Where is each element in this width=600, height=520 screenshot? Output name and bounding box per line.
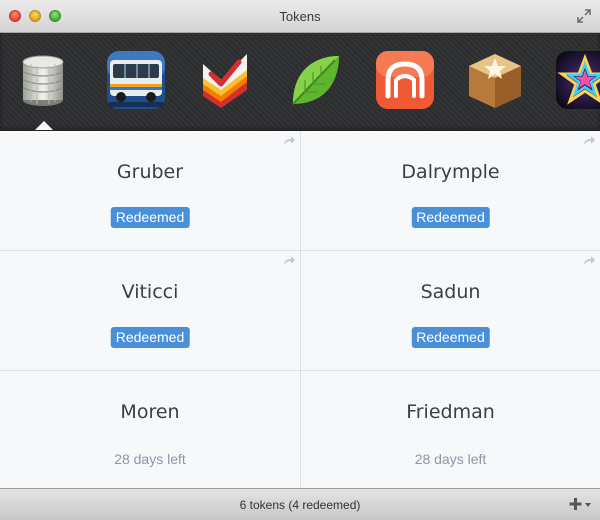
- share-arrow-icon[interactable]: [283, 135, 296, 146]
- token-grid: Gruber Redeemed Dalrymple Redeemed Vitic…: [0, 131, 600, 488]
- fullscreen-icon[interactable]: [576, 8, 592, 24]
- redeemed-badge: Redeemed: [110, 207, 190, 228]
- days-left-label: 28 days left: [414, 451, 487, 467]
- token-cell[interactable]: Dalrymple Redeemed: [300, 131, 600, 251]
- add-menu-button[interactable]: [568, 496, 592, 512]
- star-icon[interactable]: [555, 50, 600, 110]
- token-cell[interactable]: Gruber Redeemed: [0, 131, 300, 251]
- share-arrow-icon[interactable]: [583, 255, 596, 266]
- share-arrow-icon[interactable]: [583, 135, 596, 146]
- token-name: Sadun: [420, 281, 481, 303]
- token-name: Dalrymple: [401, 161, 500, 183]
- token-name: Viticci: [121, 281, 179, 303]
- redeemed-badge: Redeemed: [110, 327, 190, 348]
- token-cell[interactable]: Friedman 28 days left: [300, 371, 600, 488]
- bus-icon[interactable]: [106, 50, 166, 110]
- redeemed-badge: Redeemed: [411, 327, 490, 348]
- token-name: Friedman: [406, 401, 495, 423]
- token-count-label: 6 tokens (4 redeemed): [239, 498, 361, 512]
- status-bar: 6 tokens (4 redeemed): [0, 488, 600, 520]
- selected-app-pointer: [35, 121, 53, 130]
- box-icon[interactable]: [465, 50, 525, 110]
- share-arrow-icon[interactable]: [283, 255, 296, 266]
- window-title: Tokens: [279, 9, 321, 24]
- token-cell[interactable]: Viticci Redeemed: [0, 251, 300, 371]
- days-left-label: 28 days left: [114, 451, 186, 467]
- token-cell[interactable]: Sadun Redeemed: [300, 251, 600, 371]
- token-cell[interactable]: Moren 28 days left: [0, 371, 300, 488]
- checkmark-app-icon[interactable]: [195, 50, 255, 110]
- app-strip: [0, 33, 600, 131]
- token-name: Moren: [120, 401, 180, 423]
- token-name: Gruber: [116, 161, 184, 183]
- database-icon[interactable]: [13, 50, 73, 110]
- redeemed-badge: Redeemed: [411, 207, 490, 228]
- tokens-window: Tokens Gruber Redeemed Dalrymple Redeeme…: [0, 0, 600, 520]
- leaf-icon[interactable]: [285, 50, 345, 110]
- title-bar: Tokens: [0, 0, 600, 33]
- arch-icon[interactable]: [375, 50, 435, 110]
